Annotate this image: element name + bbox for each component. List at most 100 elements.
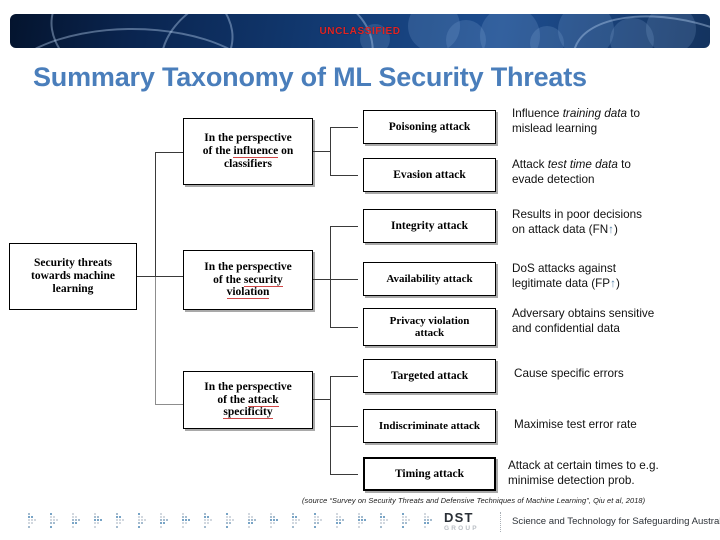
dst-logo-main: DST	[444, 510, 474, 525]
node-attack-integrity: Integrity attack	[363, 209, 496, 243]
node-attack-timing-label: Timing attack	[394, 467, 465, 480]
node-root-line3: learning	[52, 282, 94, 295]
footer-chevron-icon	[182, 510, 195, 532]
footer-chevron-icon	[50, 510, 63, 532]
footer-chevron-icon	[402, 510, 415, 532]
node-perspective-3-line2a: of the	[217, 393, 248, 406]
footer-chevron-icon	[270, 510, 283, 532]
connector-group2-trunk	[330, 226, 332, 328]
node-perspective-1-line2b: on	[278, 145, 294, 158]
description-privacy-violation: Adversary obtains sensitive and confiden…	[512, 306, 717, 337]
node-perspective-3-highlight: attack	[247, 393, 279, 407]
footer-divider	[500, 512, 501, 532]
description-availability-l2: legitimate data (FP	[512, 277, 611, 291]
description-poisoning-emphasis: training data	[562, 107, 628, 120]
node-perspective-attack-specificity: In the perspective of the attack specifi…	[183, 371, 313, 429]
node-attack-poisoning: Poisoning attack	[363, 110, 496, 144]
connector-group3-branch-1	[330, 376, 358, 378]
connector-group1-stub	[313, 151, 331, 153]
description-availability-l1: DoS attacks against	[512, 262, 616, 275]
description-integrity-l2: on attack data (FN	[512, 223, 609, 237]
node-attack-availability: Availability attack	[363, 262, 496, 296]
description-evasion-l2: evade detection	[512, 173, 595, 187]
description-poisoning-l1b: to	[627, 107, 641, 120]
description-integrity-l1: Results in poor decisions	[512, 208, 642, 221]
footer-chevron-icon	[138, 510, 151, 532]
node-attack-integrity-label: Integrity attack	[391, 219, 468, 232]
footer-chevron-icon	[116, 510, 129, 532]
node-perspective-1-highlight: influence	[233, 145, 279, 159]
footer-chevron-icon	[226, 510, 239, 532]
connector-group2-branch-1	[330, 226, 358, 228]
description-poisoning-l1a: Influence	[512, 107, 563, 120]
node-attack-evasion-label: Evasion attack	[393, 168, 466, 181]
description-poisoning: Influence training data to mislead learn…	[512, 106, 712, 137]
node-attack-evasion: Evasion attack	[363, 158, 496, 192]
footer-chevron-icon	[72, 510, 85, 532]
connector-trunk-lower	[155, 276, 157, 405]
node-attack-targeted-label: Targeted attack	[390, 369, 469, 382]
description-timing: Attack at certain times to e.g. minimise…	[508, 458, 718, 489]
description-availability-l3: )	[615, 277, 620, 291]
footer-chevron-icon	[424, 510, 437, 532]
connector-group2-stub	[313, 279, 331, 281]
connector-branch-perspective-3	[155, 404, 183, 406]
description-integrity-l3: )	[614, 223, 618, 237]
connector-trunk-upper	[155, 152, 157, 277]
taxonomy-diagram: Security threats towards machine learnin…	[0, 0, 720, 540]
node-perspective-1-line2a: of the	[202, 145, 234, 158]
connector-group1-branch-2	[330, 175, 358, 177]
node-perspective-1-line3: classifiers	[224, 157, 272, 170]
node-attack-privacy-violation: Privacy violation attack	[363, 308, 496, 346]
node-perspective-3-line1: In the perspective	[204, 380, 292, 393]
connector-branch-perspective-2	[155, 276, 183, 278]
description-indiscriminate-l1: Maximise test error rate	[514, 418, 637, 431]
node-perspective-2-line3: violation	[226, 286, 270, 300]
connector-group3-branch-2	[330, 426, 358, 428]
description-evasion-l1a: Attack	[512, 158, 548, 171]
node-attack-targeted: Targeted attack	[363, 359, 496, 393]
node-perspective-2-line1: In the perspective	[204, 260, 292, 273]
node-perspective-2-line2a: of the	[213, 273, 244, 286]
node-attack-poisoning-label: Poisoning attack	[388, 120, 471, 133]
footer-tagline: Science and Technology for Safeguarding …	[512, 516, 720, 527]
connector-group1-branch-1	[330, 127, 358, 129]
footer-chevron-icon	[160, 510, 173, 532]
node-attack-timing: Timing attack	[363, 457, 496, 491]
connector-branch-perspective-1	[155, 152, 183, 154]
connector-group3-stub	[313, 399, 331, 401]
node-perspective-3-line3: specificity	[223, 406, 273, 420]
footer-chevron-icon	[292, 510, 305, 532]
footer-chevron-icon	[204, 510, 217, 532]
node-attack-privacy-line2: attack	[414, 327, 445, 339]
description-privacy-l2: and confidential data	[512, 322, 620, 336]
source-caption: (source “Survey on Security Threats and …	[302, 496, 646, 505]
description-timing-l1: Attack at certain times to e.g.	[508, 459, 659, 472]
description-availability: DoS attacks against legitimate data (FP↑…	[512, 261, 712, 292]
description-targeted-l1: Cause specific errors	[514, 367, 624, 380]
footer-chevron-icon	[358, 510, 371, 532]
dst-group-logo: DST GROUP	[444, 511, 479, 532]
footer-chevron-icon	[380, 510, 393, 532]
description-indiscriminate: Maximise test error rate	[514, 417, 714, 432]
description-evasion-l1b: to	[617, 158, 631, 171]
node-root-line2: towards machine	[30, 270, 115, 283]
description-evasion: Attack test time data to evade detection	[512, 157, 712, 188]
connector-group1-trunk	[330, 127, 332, 176]
node-perspective-1-line1: In the perspective	[204, 132, 292, 145]
page-footer: DST GROUP Science and Technology for Saf…	[0, 508, 720, 540]
connector-group3-branch-3	[330, 474, 358, 476]
connector-root-stub	[137, 276, 156, 278]
footer-chevron-icon	[336, 510, 349, 532]
node-perspective-2-highlight: security	[243, 273, 283, 287]
description-integrity: Results in poor decisions on attack data…	[512, 207, 712, 238]
dst-logo-sub: GROUP	[444, 525, 479, 532]
node-root: Security threats towards machine learnin…	[9, 243, 137, 310]
node-attack-indiscriminate: Indiscriminate attack	[363, 409, 496, 443]
footer-chevron-icon	[314, 510, 327, 532]
connector-group2-branch-2	[330, 279, 358, 281]
connector-group2-branch-3	[330, 327, 358, 329]
description-targeted: Cause specific errors	[514, 366, 714, 381]
node-perspective-security-violation: In the perspective of the security viola…	[183, 250, 313, 310]
node-attack-availability-label: Availability attack	[386, 272, 473, 285]
